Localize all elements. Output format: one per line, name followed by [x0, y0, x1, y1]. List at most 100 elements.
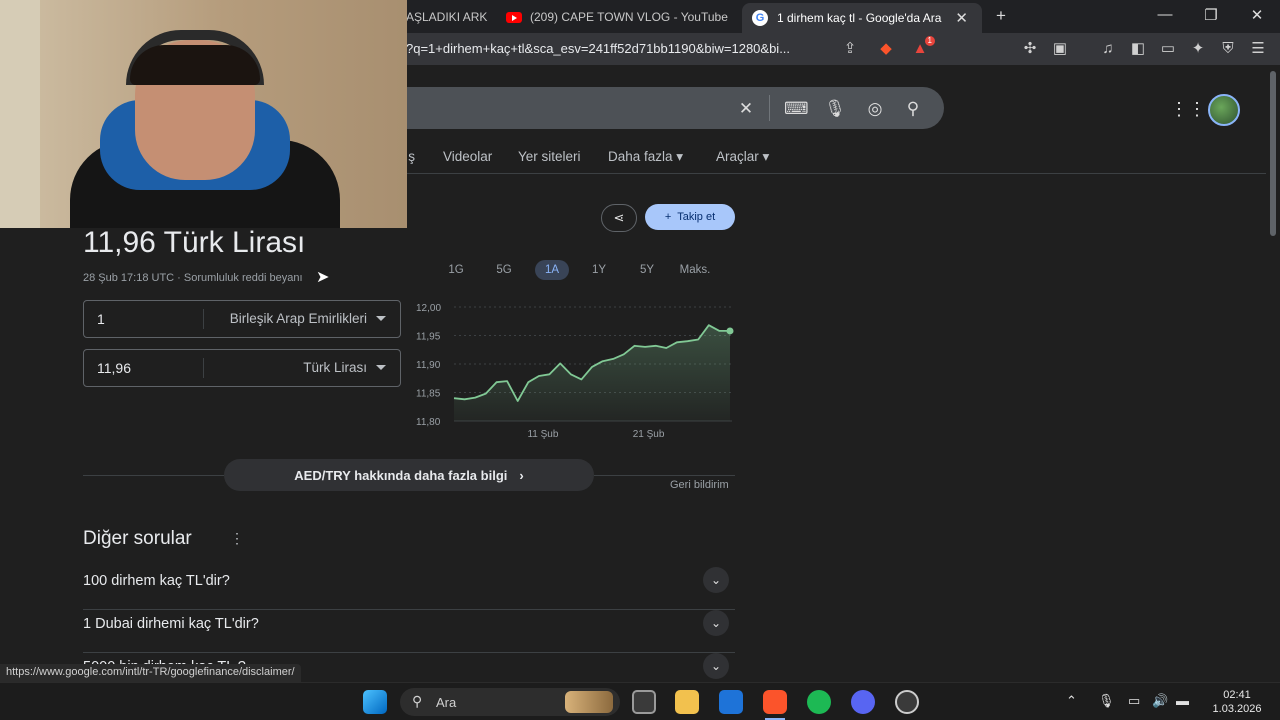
follow-button[interactable]: + Takip et	[645, 204, 735, 230]
search-icon[interactable]: ⚲	[902, 99, 924, 119]
range-1a[interactable]: 1A	[535, 260, 569, 280]
feedback-link[interactable]: Geri bildirim	[670, 479, 729, 491]
chevron-down-icon[interactable]: ⌄	[703, 610, 729, 636]
search-input[interactable]: ✕ ⌨ 🎙 ◎ ⚲	[380, 87, 944, 129]
scrollbar[interactable]	[1266, 65, 1280, 682]
address-bar[interactable]: ?q=1+dirhem+kaç+tl&sca_esv=241ff52d71bb1…	[406, 41, 790, 56]
x-tick-label: 11 Şub	[527, 429, 558, 440]
menu-icon[interactable]: ☰	[1249, 40, 1267, 58]
search-divider	[769, 95, 770, 121]
task-view-icon[interactable]	[632, 690, 656, 714]
leo-ai-icon[interactable]: ✦	[1189, 40, 1207, 58]
windows-taskbar: ⚲ Ara ⌃ 🎙 ▭ 🔊 ▬ 02:41 1.03.2026	[0, 682, 1280, 720]
range-5g[interactable]: 5G	[488, 260, 520, 280]
tab-web[interactable]: Yer siteleri	[518, 149, 581, 164]
rewards-badge: 1	[924, 36, 935, 46]
close-tab-icon[interactable]: ✕	[955, 9, 968, 27]
tab-more[interactable]: Daha fazla ▾	[608, 149, 683, 165]
field-divider	[203, 358, 204, 378]
share-page-icon[interactable]: ⇪	[841, 40, 859, 58]
network-icon[interactable]: ▭	[1128, 693, 1140, 709]
spotify-icon[interactable]	[807, 690, 831, 714]
from-currency-select[interactable]: Birleşik Arap Emirlikleri	[230, 311, 367, 326]
media-icon[interactable]: ♫	[1099, 40, 1117, 58]
more-info-button[interactable]: AED/TRY hakkında daha fazla bilgi ›	[224, 459, 594, 491]
other-questions-title: Diğer sorular	[83, 528, 192, 549]
wallet-icon[interactable]: ▭	[1159, 40, 1177, 58]
to-currency-select[interactable]: Türk Lirası	[303, 360, 367, 375]
to-currency-row: 11,96 Türk Lirası	[83, 349, 401, 387]
plus-icon: +	[664, 211, 672, 223]
clear-icon[interactable]: ✕	[735, 99, 757, 119]
y-tick-label: 12,00	[416, 303, 441, 314]
brave-shields-icon[interactable]: ◆	[877, 40, 895, 58]
avatar[interactable]	[1208, 94, 1240, 126]
steelseries-icon[interactable]	[895, 690, 919, 714]
to-amount-input[interactable]: 11,96	[97, 360, 131, 376]
sidebar-icon[interactable]: ◧	[1129, 40, 1147, 58]
file-explorer-icon[interactable]	[675, 690, 699, 714]
discord-icon[interactable]	[851, 690, 875, 714]
keyboard-icon[interactable]: ⌨	[784, 99, 809, 119]
search-icon: ⚲	[412, 693, 423, 709]
scrollbar-thumb[interactable]	[1270, 71, 1276, 236]
close-window-icon[interactable]: ✕	[1242, 6, 1272, 24]
tab-tools[interactable]: Araçlar ▾	[716, 149, 769, 165]
follow-label: Takip et	[677, 211, 716, 223]
restore-icon[interactable]: ❐	[1196, 6, 1226, 24]
range-1y[interactable]: 1Y	[583, 260, 615, 280]
tab-tools-label: Araçlar	[716, 149, 759, 164]
range-1g[interactable]: 1G	[440, 260, 472, 280]
volume-icon[interactable]: 🔊	[1152, 693, 1168, 709]
tray-overflow-icon[interactable]: ⌃	[1066, 693, 1077, 709]
range-5y[interactable]: 5Y	[631, 260, 663, 280]
range-max[interactable]: Maks.	[673, 260, 717, 280]
y-tick-label: 11,85	[416, 389, 441, 400]
new-tab-button[interactable]: +	[996, 6, 1006, 26]
google-icon: G	[752, 10, 768, 26]
microphone-icon[interactable]: 🎙	[824, 99, 846, 119]
chevron-down-icon[interactable]: ⌄	[703, 567, 729, 593]
mouse-cursor-icon: ➤	[316, 269, 330, 286]
more-info-label: AED/TRY hakkında daha fazla bilgi	[294, 467, 508, 483]
clock-time: 02:41	[1223, 689, 1251, 701]
youtube-icon	[506, 11, 522, 23]
tab-google-search[interactable]: G 1 dirhem kaç tl - Google'da Ara ✕	[742, 3, 982, 33]
clock-date: 1.03.2026	[1212, 703, 1262, 715]
vpn-shield-icon[interactable]: ⛨	[1219, 40, 1237, 58]
brave-browser-icon[interactable]	[763, 690, 787, 714]
tab-youtube[interactable]: (209) CAPE TOWN VLOG - YouTube	[506, 4, 734, 30]
more-options-icon[interactable]: ⋮	[230, 530, 244, 547]
y-tick-label: 11,80	[416, 417, 441, 428]
minimize-icon[interactable]: —	[1150, 6, 1180, 23]
battery-icon[interactable]: ▬	[1176, 693, 1189, 708]
series-area	[454, 325, 730, 421]
question-item[interactable]: 1 Dubai dirhemi kaç TL'dir? ⌄	[83, 610, 735, 653]
from-amount-input[interactable]: 1	[97, 311, 105, 327]
screenshot-icon[interactable]: ▣	[1051, 40, 1069, 58]
windows-start-icon[interactable]	[363, 690, 387, 714]
tab-previous[interactable]: AŞLADIKI ARK	[406, 4, 496, 30]
tab-videos[interactable]: Videolar	[443, 149, 492, 164]
chevron-down-icon[interactable]	[376, 316, 386, 321]
status-bar-url: https://www.google.com/intl/tr-TR/google…	[0, 664, 301, 682]
outlook-icon[interactable]	[719, 690, 743, 714]
taskbar-clock[interactable]: 02:41 1.03.2026	[1202, 688, 1272, 716]
chevron-down-icon[interactable]	[376, 365, 386, 370]
chevron-down-icon[interactable]: ⌄	[703, 653, 729, 679]
hair	[130, 45, 260, 85]
tab-more-label: Daha fazla	[608, 149, 673, 164]
divider-right	[594, 475, 735, 476]
share-button[interactable]: ⋖	[601, 204, 637, 232]
divider-left	[83, 475, 224, 476]
search-highlight-image	[565, 691, 613, 713]
wall	[0, 0, 40, 228]
brave-rewards-icon[interactable]: ▲ 1	[911, 36, 935, 58]
y-tick-label: 11,95	[416, 332, 441, 343]
microphone-icon[interactable]: 🎙	[1098, 693, 1115, 709]
lens-icon[interactable]: ◎	[864, 99, 886, 119]
nav-divider	[380, 173, 1266, 174]
question-item[interactable]: 100 dirhem kaç TL'dir? ⌄	[83, 567, 735, 610]
taskbar-search[interactable]: ⚲ Ara	[400, 688, 620, 716]
extensions-icon[interactable]: ✣	[1021, 40, 1039, 58]
